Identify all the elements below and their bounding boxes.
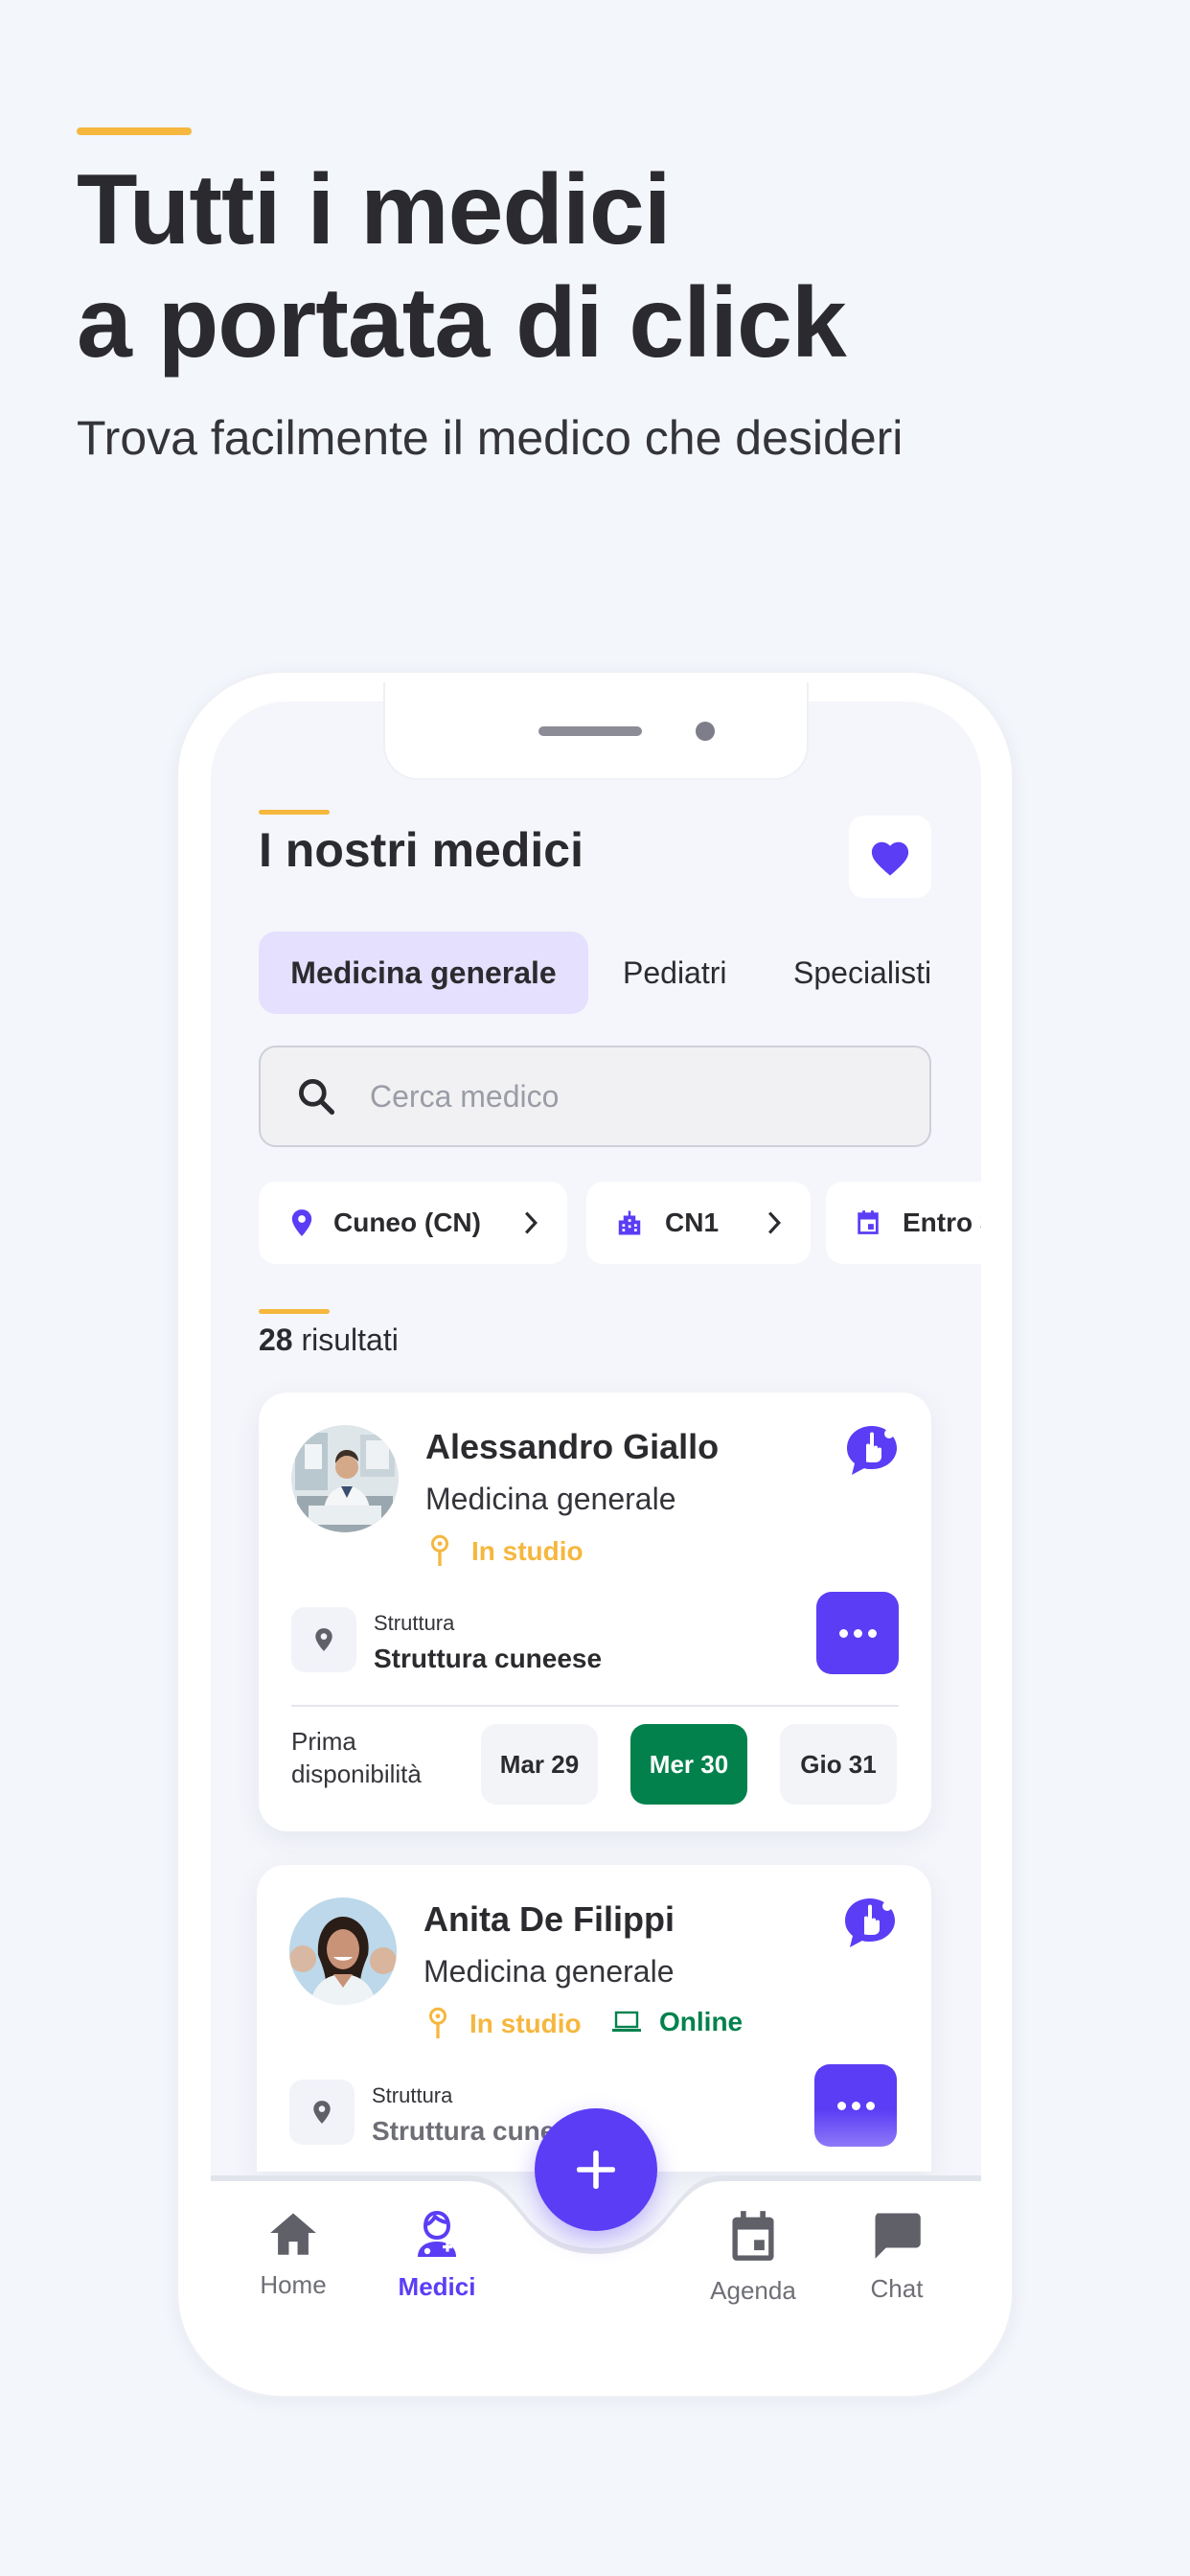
doctor-name: Anita De Filippi bbox=[423, 1899, 675, 1939]
slot-button[interactable]: Gio 31 bbox=[780, 1724, 897, 1805]
search-icon bbox=[299, 1079, 335, 1116]
promo-subtitle: Trova facilmente il medico che desideri bbox=[77, 411, 904, 465]
add-button[interactable] bbox=[535, 2108, 657, 2231]
nav-label: Medici bbox=[398, 2272, 476, 2301]
doctor-avatar bbox=[291, 1425, 399, 1532]
results-accent-bar bbox=[259, 1309, 330, 1314]
nav-label: Agenda bbox=[710, 2276, 796, 2305]
nav-item-chat[interactable]: Chat bbox=[830, 2209, 964, 2304]
filter-chip-label: Cuneo (CN) bbox=[333, 1208, 481, 1237]
results-count: 28 risultati bbox=[259, 1322, 399, 1358]
calendar-icon bbox=[858, 1210, 879, 1234]
nav-item-home[interactable]: Home bbox=[226, 2209, 360, 2300]
nav-item-medici[interactable]: Medici bbox=[370, 2209, 504, 2302]
results-number: 28 bbox=[259, 1322, 293, 1357]
first-availability-label: Prima disponibilità bbox=[291, 1727, 422, 1788]
doctor-icon bbox=[418, 2210, 456, 2257]
filter-chips-row: Cuneo (CN) CN1 Entro 3 bbox=[259, 1182, 981, 1264]
calendar-icon bbox=[732, 2211, 774, 2261]
chevron-right-icon bbox=[525, 1211, 538, 1234]
filter-chip-asl[interactable]: CN1 bbox=[586, 1182, 811, 1264]
doctor-name: Alessandro Giallo bbox=[425, 1427, 720, 1466]
filter-chip-location[interactable]: Cuneo (CN) bbox=[259, 1182, 567, 1264]
sign-language-icon bbox=[843, 1897, 899, 1955]
nav-item-agenda[interactable]: Agenda bbox=[686, 2209, 820, 2306]
promo-title-line-1: Tutti i medici bbox=[77, 154, 672, 265]
title-accent-bar bbox=[259, 810, 330, 815]
card-divider bbox=[291, 1705, 899, 1707]
tab-specialisti[interactable]: Specialisti bbox=[793, 932, 931, 1014]
structure-icon-box bbox=[289, 2080, 355, 2145]
doctor-specialty: Medicina generale bbox=[423, 1954, 675, 1989]
in-studio-badge: In studio bbox=[427, 2007, 582, 2041]
filter-chip-label: Entro 3 bbox=[903, 1208, 981, 1237]
nav-label: Home bbox=[260, 2270, 327, 2299]
in-studio-label: In studio bbox=[471, 1536, 584, 1566]
favorites-button[interactable] bbox=[849, 816, 931, 898]
search-input[interactable] bbox=[368, 1077, 870, 1116]
structure-icon-box bbox=[291, 1607, 356, 1672]
promo-accent-bar bbox=[77, 127, 192, 135]
laptop-icon bbox=[612, 2011, 641, 2032]
map-pin-icon bbox=[431, 1534, 448, 1566]
in-studio-badge: In studio bbox=[429, 1534, 584, 1569]
home-icon bbox=[270, 2213, 316, 2255]
heart-icon bbox=[871, 841, 909, 876]
in-studio-label: In studio bbox=[469, 2009, 582, 2038]
plus-icon bbox=[577, 2150, 615, 2189]
more-options-button[interactable] bbox=[816, 1592, 899, 1674]
doctor-specialty: Medicina generale bbox=[425, 1482, 676, 1516]
sign-language-icon bbox=[845, 1424, 901, 1483]
location-pin-icon bbox=[291, 1209, 312, 1236]
doctor-avatar bbox=[289, 1898, 397, 2005]
more-options-button[interactable] bbox=[814, 2064, 897, 2147]
structure-label: Struttura bbox=[374, 1611, 455, 1635]
online-badge: Online bbox=[611, 2007, 743, 2037]
map-pin-icon bbox=[429, 2007, 446, 2038]
nav-label: Chat bbox=[870, 2274, 924, 2303]
tab-pediatri[interactable]: Pediatri bbox=[623, 932, 727, 1014]
slot-button-selected[interactable]: Mer 30 bbox=[630, 1724, 747, 1805]
structure-label: Struttura bbox=[372, 2083, 453, 2107]
chevron-right-icon bbox=[768, 1211, 781, 1234]
online-label: Online bbox=[659, 2007, 744, 2036]
location-pin-icon bbox=[313, 2101, 331, 2124]
structure-name: Struttura cuneese bbox=[374, 1644, 603, 1673]
filter-chip-label: CN1 bbox=[665, 1208, 720, 1237]
results-label: risultati bbox=[301, 1322, 399, 1357]
location-pin-icon bbox=[315, 1628, 332, 1651]
phone-camera bbox=[696, 722, 715, 741]
filter-chip-date[interactable]: Entro 3 bbox=[826, 1182, 981, 1264]
phone-speaker bbox=[538, 726, 642, 736]
promo-title: Tutti i medici a portata di click bbox=[77, 153, 1131, 380]
page-title: I nostri medici bbox=[259, 823, 584, 877]
promo-title-line-2: a portata di click bbox=[77, 267, 847, 379]
chat-icon bbox=[875, 2213, 921, 2259]
search-bar bbox=[259, 1046, 931, 1147]
building-icon bbox=[618, 1210, 641, 1235]
tab-medicina-generale[interactable]: Medicina generale bbox=[259, 932, 588, 1014]
slot-button[interactable]: Mar 29 bbox=[481, 1724, 598, 1805]
